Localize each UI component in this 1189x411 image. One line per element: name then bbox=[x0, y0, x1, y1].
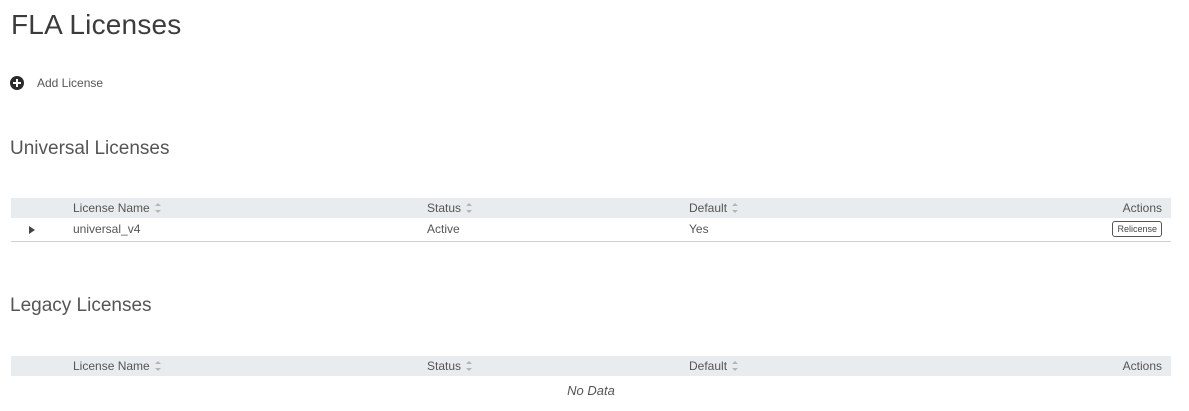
column-header-license-name[interactable]: License Name bbox=[73, 198, 161, 218]
plus-circle-icon[interactable] bbox=[10, 76, 24, 90]
empty-state-text: No Data bbox=[567, 383, 615, 398]
legacy-licenses-table: License Name Status Default Actions No D… bbox=[11, 356, 1171, 398]
table-header: License Name Status Default Actions bbox=[11, 356, 1171, 376]
legacy-licenses-title: Legacy Licenses bbox=[10, 295, 152, 316]
add-license-label[interactable]: Add License bbox=[37, 76, 103, 90]
column-header-status[interactable]: Status bbox=[427, 198, 473, 218]
sort-icon[interactable] bbox=[466, 361, 473, 371]
add-license-button[interactable]: Add License bbox=[10, 76, 103, 90]
table-row: universal_v4 Active Yes Relicense bbox=[11, 218, 1171, 242]
sort-icon[interactable] bbox=[466, 203, 473, 213]
sort-icon[interactable] bbox=[732, 203, 739, 213]
universal-licenses-table: License Name Status Default Actions univ… bbox=[11, 198, 1171, 242]
relicense-button[interactable]: Relicense bbox=[1112, 221, 1162, 237]
column-header-default[interactable]: Default bbox=[689, 198, 739, 218]
expand-row-icon[interactable] bbox=[29, 226, 35, 234]
universal-licenses-title: Universal Licenses bbox=[10, 138, 170, 159]
sort-icon[interactable] bbox=[732, 361, 739, 371]
column-header-default[interactable]: Default bbox=[689, 356, 739, 376]
column-header-actions: Actions bbox=[1122, 359, 1162, 373]
column-header-license-name[interactable]: License Name bbox=[73, 356, 161, 376]
license-name-cell: universal_v4 bbox=[73, 222, 141, 236]
page-title: FLA Licenses bbox=[11, 9, 182, 40]
column-header-status[interactable]: Status bbox=[427, 356, 473, 376]
sort-icon[interactable] bbox=[154, 203, 161, 213]
default-cell: Yes bbox=[689, 222, 709, 236]
sort-icon[interactable] bbox=[154, 361, 161, 371]
status-cell: Active bbox=[427, 222, 460, 236]
table-header: License Name Status Default Actions bbox=[11, 198, 1171, 218]
column-header-actions: Actions bbox=[1122, 201, 1162, 215]
